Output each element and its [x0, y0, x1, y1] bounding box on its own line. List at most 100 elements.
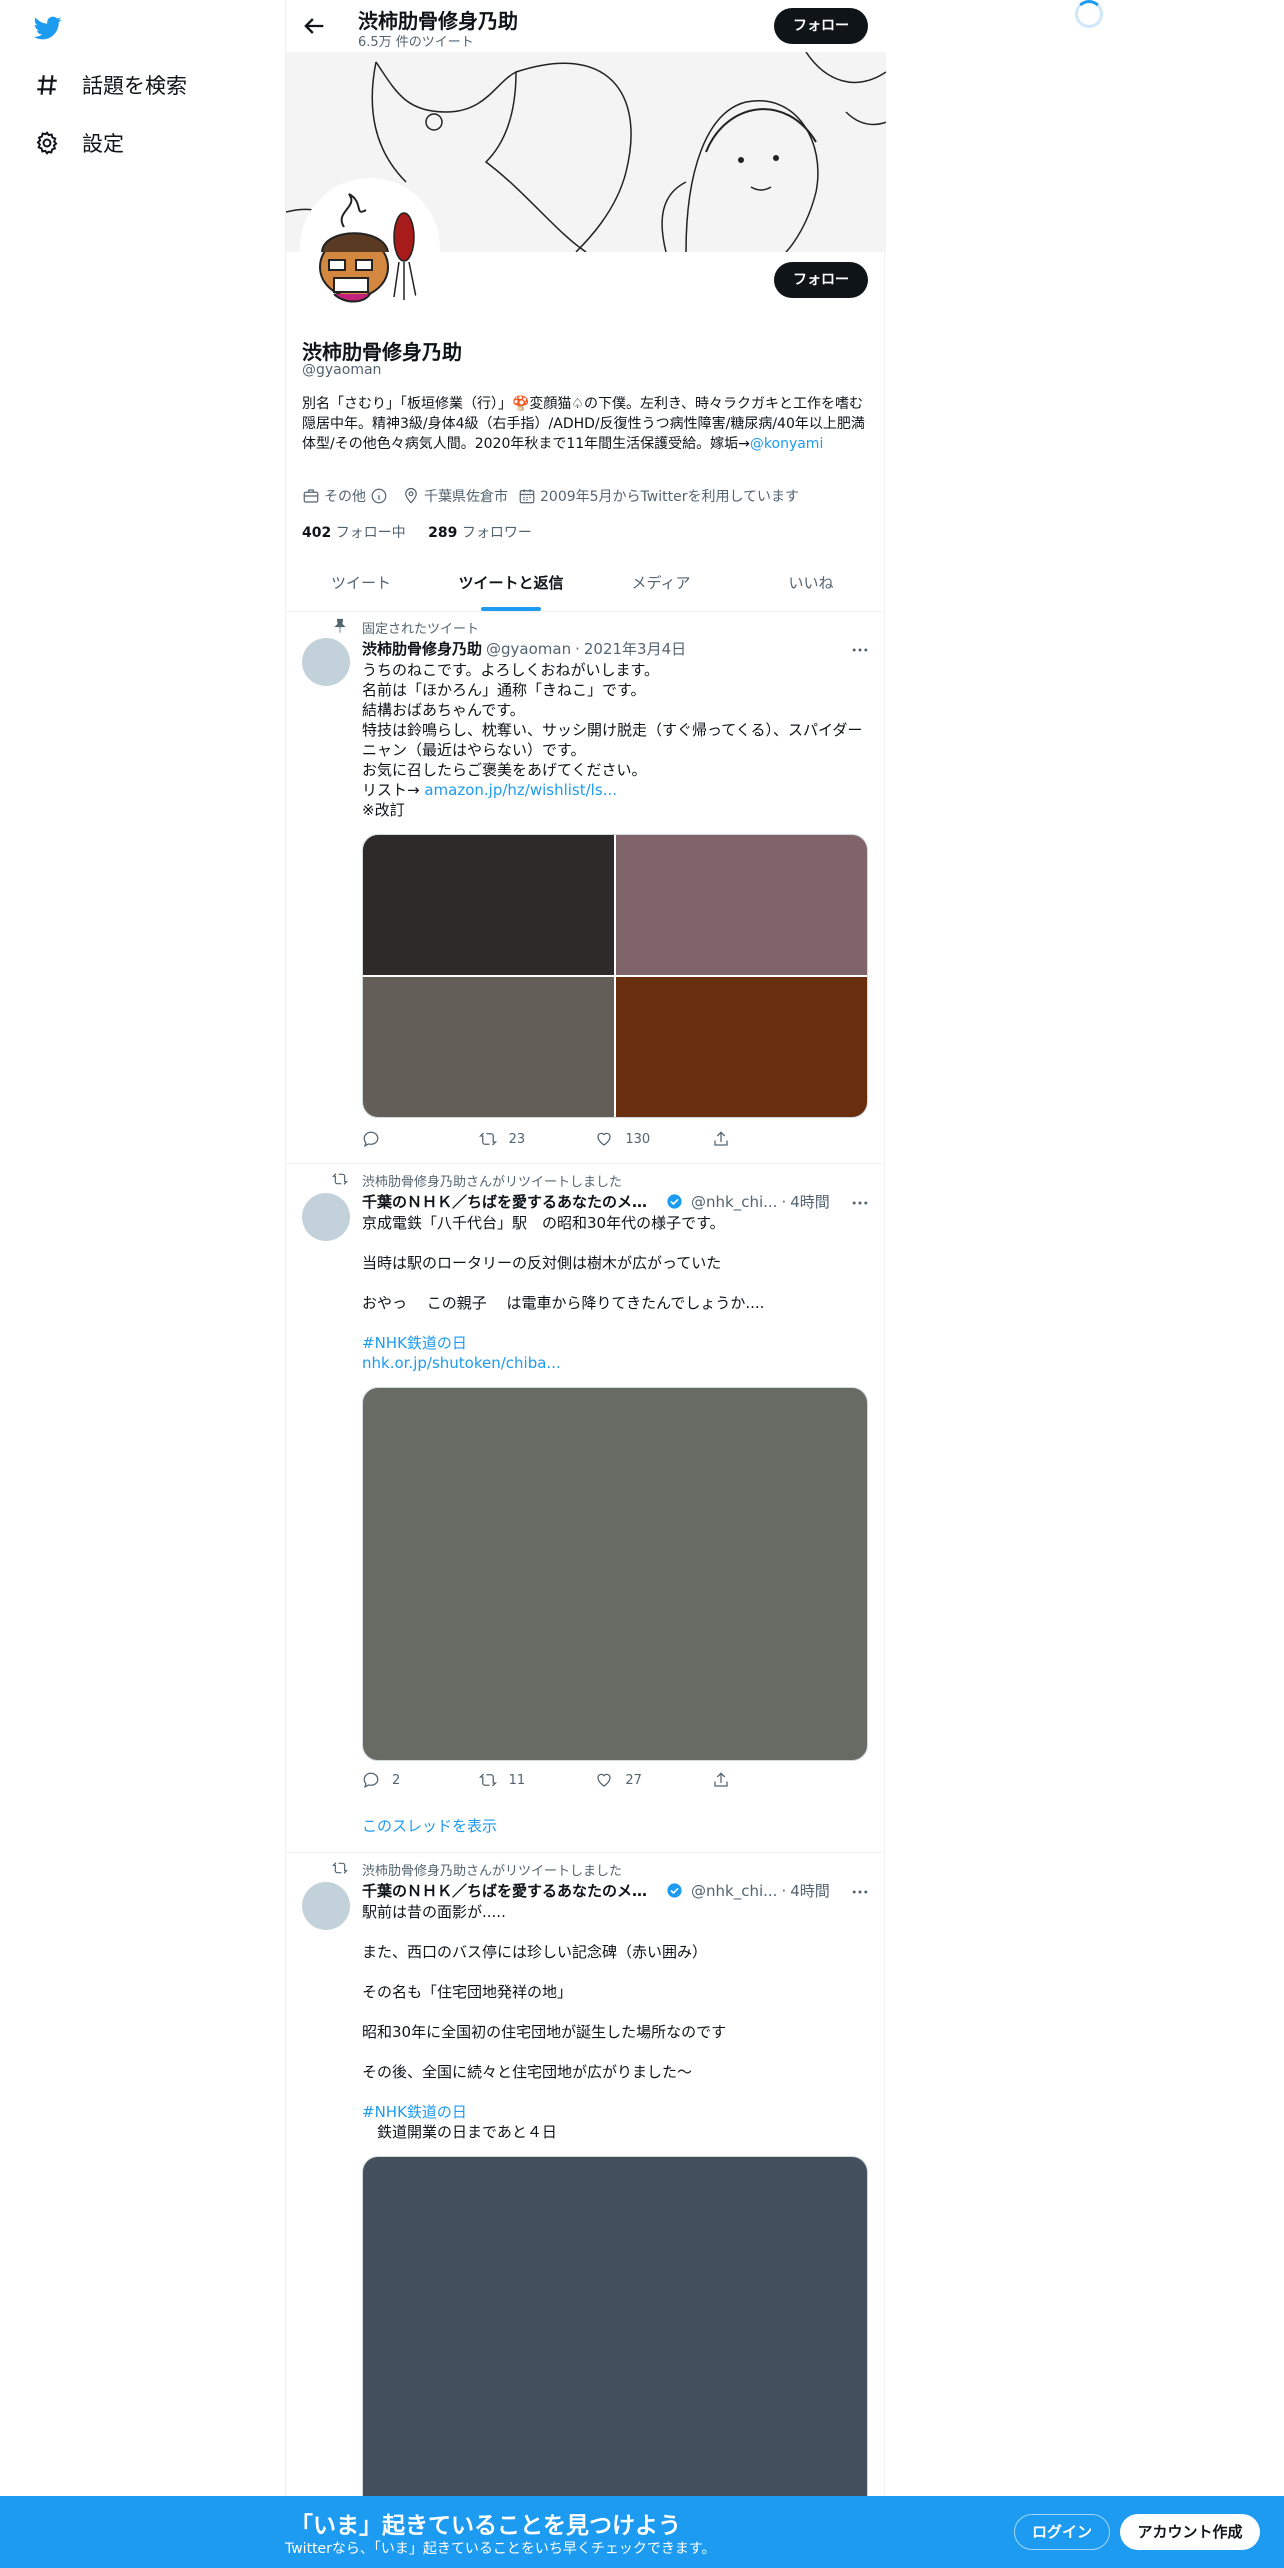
profile-header-bar: 渋柿肋骨修身乃助 6.5万 件のツイート フォロー — [286, 0, 886, 52]
retweet-button[interactable]: 11 — [478, 1771, 559, 1789]
tweet-author-handle: @nhk_chi... — [691, 1881, 778, 1900]
dot-separator: · — [781, 1192, 787, 1211]
heart-icon — [597, 1773, 611, 1787]
media-photo[interactable] — [363, 835, 614, 975]
signup-bottom-bar: 「いま」起きていることを見つけよう Twitterなら、「いま」起きていることを… — [0, 2496, 1284, 2568]
tweet-header: 千葉のＮＨＫ／ちばを愛するあなたのメデ... @nhk_chi... · 4時間 — [362, 1191, 862, 1212]
profile-column: 渋柿肋骨修身乃助 6.5万 件のツイート フォロー フォロー 渋柿肋骨修身乃助 … — [285, 0, 886, 2568]
like-count: 27 — [625, 1772, 642, 1788]
tweet-body: 京成電鉄「八千代台」駅 の昭和30年代の様子です。 当時は駅のロータリーの反対側… — [362, 1214, 765, 1312]
avatar[interactable] — [302, 1193, 350, 1241]
share-button[interactable] — [712, 1130, 792, 1148]
profile-bio: 別名「さむり」「板垣修業（行）」🍄変顔猫♤の下僕。左利き、時々ラクガキと工作を嗜… — [302, 394, 872, 454]
external-link[interactable]: nhk.or.jp/shutoken/chiba... — [362, 1353, 872, 1373]
retweeted-by-label[interactable]: 渋柿肋骨修身乃助さんがリツイートしました — [362, 1860, 622, 1879]
hashtag-link[interactable]: #NHK鉄道の日 — [362, 2102, 872, 2122]
hashtag-icon — [37, 75, 57, 95]
tweet-text: 駅前は昔の面影が..... また、西口のバス停には珍しい記念碑（赤い囲み） その… — [362, 1902, 872, 2142]
pin-icon — [334, 618, 346, 633]
retweet-button[interactable]: 23 — [478, 1130, 559, 1148]
tweet-line: リスト→ amazon.jp/hz/wishlist/ls... — [362, 780, 872, 800]
reply-button[interactable]: 2 — [362, 1771, 442, 1789]
reply-button[interactable] — [362, 1130, 442, 1148]
media-grid[interactable] — [362, 834, 868, 1118]
tab-media[interactable]: メディア — [586, 560, 736, 611]
tweet-text: うちのねこです。よろしくおねがいします。 名前は「ほかろん」通称「きねこ」です。結… — [362, 660, 872, 820]
followers-link[interactable]: 289 フォロワー — [428, 525, 532, 541]
media-photo[interactable] — [616, 835, 867, 975]
tweet-author-name[interactable]: 千葉のＮＨＫ／ちばを愛するあなたのメデ... — [362, 1191, 662, 1212]
tweet-line: 名前は「ほかろん」通称「きねこ」です。 — [362, 681, 646, 699]
bottom-bar-title: 「いま」起きていることを見つけよう — [290, 2513, 681, 2539]
hashtag-link[interactable]: #NHK鉄道の日 — [362, 1333, 872, 1353]
share-icon — [714, 1772, 728, 1787]
meta-location-text: 千葉県佐倉市 — [424, 489, 508, 505]
header-follow-button[interactable]: フォロー — [774, 8, 868, 44]
retweet-count: 23 — [508, 1131, 526, 1147]
media-photo[interactable] — [616, 977, 867, 1117]
tweet[interactable]: 固定されたツイート 渋柿肋骨修身乃助 @gyaoman · 2021年3月4日 … — [286, 612, 886, 1164]
meta-joined-text: 2009年5月からTwitterを利用しています — [540, 489, 800, 505]
retweet-icon — [478, 1773, 497, 1787]
header-name: 渋柿肋骨修身乃助 — [358, 9, 518, 33]
reply-count: 2 — [392, 1772, 401, 1788]
tweet-time[interactable]: 4時間 — [790, 1880, 830, 1901]
media-photo[interactable] — [362, 1387, 868, 1761]
tweet-header: 千葉のＮＨＫ／ちばを愛するあなたのメデ... @nhk_chi... · 4時間 — [362, 1880, 862, 1901]
avatar[interactable] — [302, 638, 350, 686]
meta-joined: 2009年5月からTwitterを利用しています — [518, 486, 799, 506]
nav-settings[interactable]: 設定 — [34, 128, 124, 158]
show-thread-link[interactable]: このスレッドを表示 — [362, 1815, 497, 1836]
tweet-author-name[interactable]: 千葉のＮＨＫ／ちばを愛するあなたのメデ... — [362, 1880, 662, 1901]
tweet[interactable]: 渋柿肋骨修身乃助さんがリツイートしました 千葉のＮＨＫ／ちばを愛するあなたのメデ… — [286, 1165, 886, 1853]
list-prefix: リスト→ — [362, 781, 425, 799]
bio-link[interactable]: @konyami — [750, 436, 823, 452]
tweet-line: 特技は鈴鳴らし、枕奪い、サッシ開け脱走（すぐ帰ってくる）、スパイダーニャン（最近… — [362, 721, 863, 759]
like-button[interactable]: 27 — [595, 1771, 675, 1789]
like-count: 130 — [625, 1131, 651, 1147]
nav-explore[interactable]: 話題を検索 — [34, 70, 187, 100]
signup-button[interactable]: アカウント作成 — [1120, 2514, 1260, 2550]
reply-icon — [363, 1772, 379, 1788]
share-button[interactable] — [712, 1771, 792, 1789]
more-options-icon[interactable] — [850, 640, 870, 660]
dot-separator: · — [781, 1881, 787, 1900]
profile-meta: その他 千葉県佐倉市 2009年5月からTwitterを利用しています — [302, 486, 809, 506]
tweet[interactable]: 渋柿肋骨修身乃助さんがリツイートしました 千葉のＮＨＫ／ちばを愛するあなたのメデ… — [286, 1854, 886, 2568]
tweet-extra-line: 鉄道開業の日まであと４日 — [362, 2123, 557, 2141]
tweet-actions: 2 11 27 — [362, 1771, 792, 1789]
like-button[interactable]: 130 — [595, 1130, 675, 1148]
avatar[interactable] — [302, 1882, 350, 1930]
following-link[interactable]: 402 フォロー中 — [302, 525, 406, 541]
profile-tabs: ツイート ツイートと返信 メディア いいね — [286, 560, 886, 612]
twitter-bird-icon[interactable] — [32, 14, 64, 42]
back-arrow-icon[interactable] — [300, 12, 328, 40]
tweet-author-name[interactable]: 渋柿肋骨修身乃助 — [362, 638, 482, 659]
info-icon[interactable] — [370, 487, 388, 505]
briefcase-icon — [303, 489, 319, 503]
verified-badge-icon — [667, 1194, 682, 1209]
meta-category-text: その他 — [324, 489, 366, 505]
header-tweet-count: 6.5万 件のツイート — [358, 35, 474, 50]
more-options-icon[interactable] — [850, 1882, 870, 1902]
media-photo[interactable] — [363, 977, 614, 1117]
profile-follow-button[interactable]: フォロー — [774, 262, 868, 298]
login-button[interactable]: ログイン — [1014, 2514, 1110, 2550]
tweet-time[interactable]: 2021年3月4日 — [584, 638, 686, 659]
retweet-icon — [332, 1862, 348, 1874]
tweet-time[interactable]: 4時間 — [790, 1191, 830, 1212]
tab-tweets[interactable]: ツイート — [286, 560, 436, 611]
more-options-icon[interactable] — [850, 1193, 870, 1213]
reply-icon — [363, 1131, 379, 1147]
profile-avatar[interactable] — [300, 178, 440, 318]
tab-likes[interactable]: いいね — [736, 560, 886, 611]
tab-tweets-and-replies[interactable]: ツイートと返信 — [436, 560, 586, 611]
dot-separator: · — [575, 639, 580, 658]
tweet-text: 京成電鉄「八千代台」駅 の昭和30年代の様子です。 当時は駅のロータリーの反対側… — [362, 1213, 872, 1373]
nav-settings-label: 設定 — [82, 132, 124, 156]
retweet-icon — [332, 1173, 348, 1185]
followers-label: フォロワー — [461, 525, 532, 541]
retweeted-by-label[interactable]: 渋柿肋骨修身乃助さんがリツイートしました — [362, 1171, 622, 1190]
retweet-count: 11 — [508, 1772, 526, 1788]
wishlist-link[interactable]: amazon.jp/hz/wishlist/ls... — [424, 781, 617, 799]
